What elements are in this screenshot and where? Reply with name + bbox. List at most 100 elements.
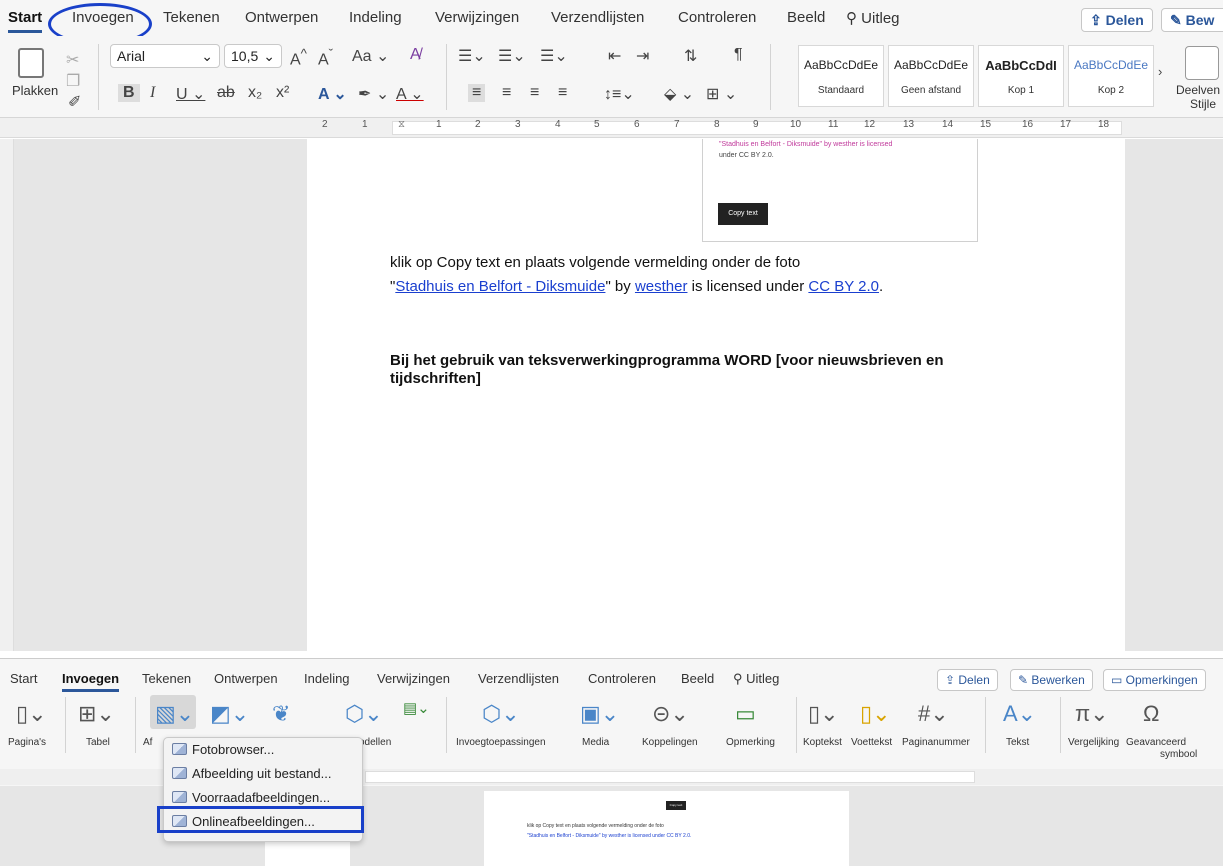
comments-button[interactable]: ▭ Opmerkingen: [1103, 669, 1206, 691]
chevron-right-icon[interactable]: ›: [1158, 64, 1162, 79]
shading-icon[interactable]: ⬙ ⌄: [664, 84, 694, 104]
tab-controleren[interactable]: Controleren: [678, 9, 756, 26]
borders-icon[interactable]: ⊞ ⌄: [706, 84, 737, 104]
ruler-number: 2: [475, 119, 481, 130]
label-tekst: Tekst: [1006, 737, 1030, 748]
bullets-icon[interactable]: ☰⌄: [458, 46, 486, 66]
page-icon[interactable]: ▯⌄: [16, 701, 47, 727]
edit-button[interactable]: ✎ Bew: [1161, 8, 1223, 32]
icons-icon[interactable]: ❦: [272, 701, 290, 727]
shrink-font-icon[interactable]: Aˇ: [318, 46, 333, 69]
table-icon[interactable]: ⊞⌄: [78, 701, 115, 727]
superscript-icon[interactable]: x²: [276, 84, 289, 102]
font-size-select[interactable]: 10,5 ⌄: [224, 44, 282, 68]
tab-start[interactable]: Start: [10, 671, 37, 686]
footer-icon[interactable]: ▯⌄: [860, 701, 891, 727]
grow-font-icon[interactable]: A^: [290, 46, 307, 69]
tab-indeling[interactable]: Indeling: [304, 671, 350, 686]
label-afbeeldingen: Af: [143, 737, 153, 748]
symbol-icon[interactable]: Ω: [1143, 701, 1159, 727]
multilevel-list-icon[interactable]: ☰⌄: [540, 46, 568, 66]
comment-insert-icon[interactable]: ▭: [735, 701, 756, 727]
addins-icon[interactable]: ⬡⌄: [482, 701, 520, 727]
credit-title-link[interactable]: Stadhuis en Belfort - Diksmuide: [395, 278, 605, 295]
style-standaard[interactable]: AaBbCcDdEe Standaard: [798, 45, 884, 107]
horizontal-ruler[interactable]: 2 1 ⧖ 1 2 3 4 5 6 7 8 9 10 11 12 13 14 1…: [0, 118, 1223, 138]
decrease-indent-icon[interactable]: ⇤: [608, 46, 621, 66]
ruler-text-area: [365, 771, 975, 783]
tab-start[interactable]: Start: [8, 9, 43, 33]
cut-icon[interactable]: ✂: [66, 50, 79, 70]
menu-item-fotobrowser[interactable]: Fotobrowser...: [172, 742, 274, 757]
tab-beeld[interactable]: Beeld: [787, 9, 825, 26]
copy-text-button[interactable]: Copy text: [718, 203, 768, 225]
tab-verzendlijsten[interactable]: Verzendlijsten: [478, 671, 559, 686]
tab-ontwerpen[interactable]: Ontwerpen: [245, 9, 318, 26]
font-name-select[interactable]: Arial ⌄: [110, 44, 220, 68]
shapes-icon[interactable]: ◩⌄: [210, 701, 249, 727]
align-right-icon[interactable]: ≡: [530, 84, 539, 102]
underline-icon[interactable]: U ⌄: [176, 84, 205, 104]
tab-uitleg[interactable]: ⚲ Uitleg: [733, 671, 779, 687]
tab-ontwerpen[interactable]: Ontwerpen: [214, 671, 278, 686]
credit-author-link[interactable]: westher: [635, 278, 688, 295]
divider: [65, 697, 66, 753]
strikethrough-icon[interactable]: ab: [217, 84, 235, 102]
page-number-icon[interactable]: #⌄: [918, 701, 949, 727]
credit-license-link[interactable]: CC BY 2.0: [808, 278, 879, 295]
change-case-icon[interactable]: Aa ⌄: [352, 46, 389, 66]
tab-verzendlijsten[interactable]: Verzendlijsten: [551, 9, 644, 26]
header-icon[interactable]: ▯⌄: [808, 701, 839, 727]
style-kop-1[interactable]: AaBbCcDdI Kop 1: [978, 45, 1064, 107]
tab-uitleg[interactable]: ⚲ Uitleg: [846, 9, 900, 27]
paste-icon[interactable]: [18, 48, 44, 78]
style-geen-afstand[interactable]: AaBbCcDdEe Geen afstand: [888, 45, 974, 107]
tab-tekenen[interactable]: Tekenen: [142, 671, 191, 686]
card-credit-line-2: under CC BY 2.0.: [719, 152, 774, 159]
indent-marker-icon[interactable]: ⧖: [398, 119, 405, 130]
3d-models-icon[interactable]: ⬡⌄: [345, 701, 383, 727]
smartart-icon[interactable]: ▤⌄: [403, 699, 430, 717]
menu-item-voorraadafbeeldingen[interactable]: Voorraadafbeeldingen...: [172, 790, 330, 805]
styles-pane-icon[interactable]: [1185, 46, 1219, 80]
photo-browser-icon: [172, 743, 187, 755]
tab-tekenen[interactable]: Tekenen: [163, 9, 220, 26]
align-left-icon[interactable]: ≡: [468, 84, 486, 102]
subscript-icon[interactable]: x₂: [248, 84, 262, 102]
tab-verwijzingen[interactable]: Verwijzingen: [377, 671, 450, 686]
tab-beeld[interactable]: Beeld: [681, 671, 714, 686]
text-effects-icon[interactable]: A ⌄: [318, 84, 347, 104]
justify-icon[interactable]: ≡: [558, 84, 567, 102]
tab-invoegen[interactable]: Invoegen: [62, 671, 120, 692]
align-center-icon[interactable]: ≡: [502, 84, 511, 102]
bold-icon[interactable]: B: [118, 84, 140, 102]
link-icon[interactable]: ⊝⌄: [652, 701, 689, 727]
tab-indeling[interactable]: Indeling: [349, 9, 402, 26]
edit-button[interactable]: ✎ Bewerken: [1010, 669, 1093, 691]
line-spacing-icon[interactable]: ↕≡⌄: [604, 84, 635, 104]
numbering-icon[interactable]: ☰⌄: [498, 46, 526, 66]
share-button[interactable]: ⇪ Delen: [1081, 8, 1153, 32]
tab-controleren[interactable]: Controleren: [588, 671, 656, 686]
italic-icon[interactable]: I: [150, 84, 155, 102]
sort-icon[interactable]: ⇅: [684, 46, 697, 66]
document-page-right[interactable]: Copy text klik op Copy text en plaats vo…: [484, 791, 849, 866]
highlighter-icon[interactable]: ✒ ⌄: [358, 84, 389, 104]
copy-icon[interactable]: ❐: [66, 71, 80, 91]
ruler-number: 6: [634, 119, 640, 130]
share-button[interactable]: ⇪ Delen: [937, 669, 998, 691]
tab-verwijzingen[interactable]: Verwijzingen: [435, 9, 519, 26]
font-color-icon[interactable]: A ⌄: [396, 84, 424, 104]
media-icon[interactable]: ▣⌄: [580, 701, 619, 727]
clear-formatting-icon[interactable]: A̸: [410, 46, 421, 64]
increase-indent-icon[interactable]: ⇥: [636, 46, 649, 66]
menu-item-afbeelding-uit-bestand[interactable]: Afbeelding uit bestand...: [172, 766, 332, 781]
equation-icon[interactable]: π⌄: [1075, 701, 1109, 727]
pilcrow-icon[interactable]: ¶: [734, 46, 743, 64]
style-kop-2[interactable]: AaBbCcDdEe Kop 2: [1068, 45, 1154, 107]
style-sample: AaBbCcDdEe: [893, 58, 969, 72]
period: .: [878, 278, 884, 295]
style-name: Kop 2: [1097, 85, 1125, 96]
format-painter-icon[interactable]: ✐: [68, 92, 81, 112]
text-box-icon[interactable]: A⌄: [1003, 701, 1036, 727]
